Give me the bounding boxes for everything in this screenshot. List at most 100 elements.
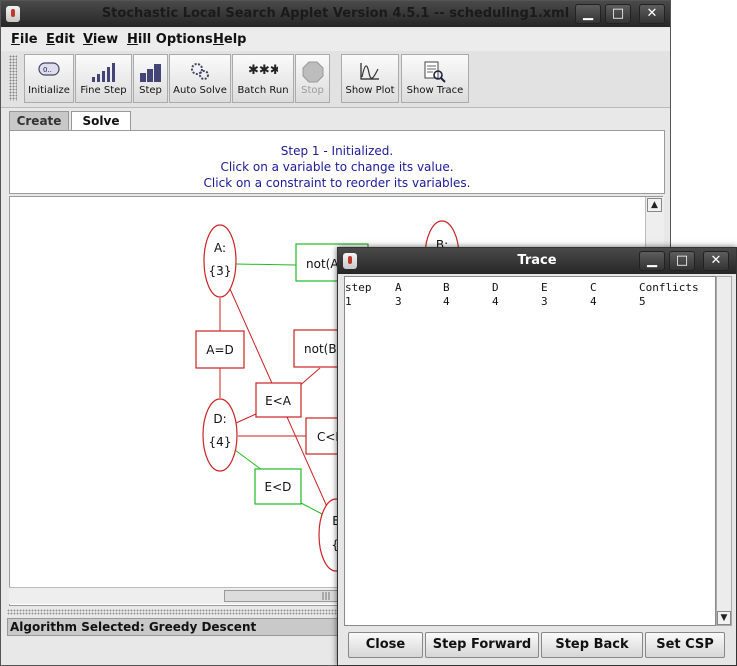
step-button[interactable]: Step (133, 54, 168, 103)
scroll-up-arrow[interactable]: ▲ (647, 198, 662, 212)
variable-d-value: {4} (209, 435, 232, 449)
gears-icon (191, 63, 209, 80)
trace-text-area[interactable]: step A B D E C Conflicts 1 3 4 4 3 4 5 (344, 276, 716, 626)
variable-a-name: A: (214, 241, 226, 255)
message-line-2: Click on a variable to change its value. (220, 160, 454, 174)
set-csp-button[interactable]: Set CSP (645, 632, 725, 658)
trace-maximize-button[interactable]: □ (669, 251, 695, 271)
stop-button[interactable]: Stop (295, 54, 330, 103)
constraint-e-lt-a-label: E<A (265, 394, 292, 408)
maximize-button[interactable]: □ (605, 4, 631, 24)
step-back-button[interactable]: Step Back (541, 632, 643, 658)
auto-solve-label: Auto Solve (173, 85, 227, 96)
edge-a-not-a (235, 263, 297, 266)
trace-window: Trace ▁ □ ✕ step A B D E C Conflicts 1 3… (337, 247, 737, 666)
trace-minimize-button[interactable]: ▁ (639, 251, 665, 271)
constraint-e-lt-a[interactable]: E<A (255, 382, 302, 418)
main-titlebar[interactable]: Stochastic Local Search Applet Version 4… (1, 1, 670, 27)
menu-file-mnemonic: F (11, 32, 20, 47)
show-trace-label: Show Trace (406, 85, 464, 96)
stop-label: Stop (301, 85, 324, 96)
scroll-grip-icon (322, 592, 330, 600)
batch-run-label: Batch Run (237, 85, 289, 96)
trace-col-a: A (395, 281, 402, 294)
message-line-1: Step 1 - Initialized. (280, 144, 394, 158)
trace-cell-a: 3 (395, 295, 402, 308)
tab-solve[interactable]: Solve (71, 111, 131, 131)
message-line-3: Click on a constraint to reorder its var… (203, 176, 471, 190)
constraint-e-lt-d-label: E<D (265, 480, 292, 494)
trace-cell-step: 1 (345, 295, 352, 308)
batch-run-button[interactable]: ✱✱✱ Batch Run (232, 54, 294, 103)
menu-help-mnemonic: H (213, 32, 224, 47)
step-icon (139, 64, 161, 82)
menu-hill-options[interactable]: Hill Options (127, 32, 213, 47)
close-button[interactable]: ✕ (639, 4, 665, 24)
minimize-button[interactable]: ▁ (575, 4, 601, 24)
step-forward-button[interactable]: Step Forward (425, 632, 539, 658)
initialize-icon: 0.. (38, 62, 60, 76)
step-label: Step (139, 85, 162, 96)
trace-cell-d: 4 (492, 295, 499, 308)
variable-d-name: D: (213, 412, 226, 426)
trace-scroll-down-arrow[interactable]: ▼ (717, 611, 731, 625)
tab-create[interactable]: Create (9, 111, 69, 130)
trace-cell-c: 4 (590, 295, 597, 308)
initialize-label: Initialize (28, 85, 70, 96)
show-plot-button[interactable]: Show Plot (341, 54, 399, 103)
constraint-a-eq-d-label: A=D (206, 343, 234, 357)
running-figures-icon: ✱✱✱ (248, 63, 278, 77)
menu-help[interactable]: Help (213, 32, 246, 47)
edge-e-lt-d-e (300, 502, 325, 516)
trace-col-b: B (443, 281, 450, 294)
trace-close-button[interactable]: ✕ (703, 251, 729, 271)
close-trace-button[interactable]: Close (348, 632, 423, 658)
menu-file-label: ile (19, 32, 38, 47)
plot-icon (360, 63, 379, 80)
menu-help-label: elp (223, 32, 247, 47)
canvas-horizontal-scrollbar[interactable] (9, 587, 404, 604)
toolbar: 0.. Initialize Fine Step Step Auto Solve… (1, 51, 670, 108)
toolbar-grip[interactable] (9, 55, 17, 101)
status-bar: Algorithm Selected: Greedy Descent (7, 618, 339, 636)
menu-view-mnemonic: V (83, 32, 93, 47)
trace-cell-conflicts: 5 (639, 295, 646, 308)
trace-col-step: step (345, 281, 372, 294)
menu-view[interactable]: View (83, 32, 118, 47)
trace-cell-e: 3 (541, 295, 548, 308)
menu-edit-label: dit (54, 32, 75, 47)
svg-text:0..: 0.. (43, 66, 52, 74)
trace-col-e: E (541, 281, 548, 294)
fine-step-button[interactable]: Fine Step (75, 54, 132, 103)
edge-e-lt-a-d (235, 413, 257, 424)
menu-hill-options-mnemonic: H (127, 32, 138, 47)
menu-hill-options-label: ill Options (137, 32, 213, 47)
variable-node-d[interactable]: D: {4} (202, 398, 238, 472)
menu-file[interactable]: File (11, 32, 38, 47)
variable-a-value: {3} (209, 264, 232, 278)
trace-col-conflicts: Conflicts (639, 281, 699, 294)
constraint-a-eq-d[interactable]: A=D (195, 330, 245, 369)
trace-cell-b: 4 (443, 295, 450, 308)
initialize-button[interactable]: 0.. Initialize (24, 54, 74, 103)
menu-view-label: iew (92, 32, 119, 47)
constraint-not-a-label: not(A (306, 257, 339, 271)
show-plot-label: Show Plot (345, 85, 395, 96)
fine-step-label: Fine Step (80, 85, 127, 96)
menu-edit-mnemonic: E (46, 32, 55, 47)
stop-sign-icon (302, 61, 323, 83)
trace-vertical-scrollbar[interactable]: ▼ (716, 276, 732, 626)
menubar: File Edit View Hill Options Help (1, 29, 670, 51)
trace-col-d: D (492, 281, 499, 294)
variable-node-a[interactable]: A: {3} (203, 224, 237, 298)
message-panel: Step 1 - Initialized. Click on a variabl… (9, 130, 665, 194)
menu-edit[interactable]: Edit (46, 32, 75, 47)
show-trace-button[interactable]: Show Trace (401, 54, 469, 103)
trace-titlebar[interactable]: Trace ▁ □ ✕ (338, 248, 736, 274)
trace-col-c: C (590, 281, 597, 294)
constraint-e-lt-d[interactable]: E<D (254, 468, 302, 505)
auto-solve-button[interactable]: Auto Solve (169, 54, 231, 103)
fine-step-icon (91, 63, 115, 82)
split-pane-divider[interactable] (7, 609, 337, 615)
svg-text:✱✱✱: ✱✱✱ (248, 63, 278, 77)
